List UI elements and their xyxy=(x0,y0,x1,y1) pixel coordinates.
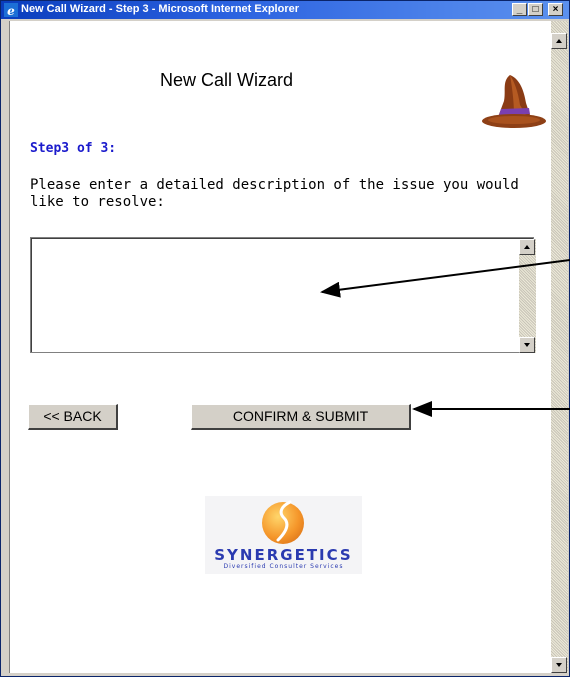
page-scrollbar[interactable] xyxy=(551,21,568,673)
page-title: New Call Wizard xyxy=(160,70,294,90)
confirm-submit-button[interactable]: CONFIRM & SUBMIT xyxy=(191,404,411,430)
svg-text:e: e xyxy=(7,4,15,17)
wizard-hat-icon xyxy=(482,75,546,128)
scroll-down-button[interactable] xyxy=(551,657,567,673)
description-prompt: Please enter a detailed description of t… xyxy=(30,177,519,210)
down-arrow-icon xyxy=(524,343,530,347)
up-arrow-icon xyxy=(556,39,562,43)
issue-description-textarea[interactable] xyxy=(30,237,536,353)
textarea-scroll-down-button[interactable] xyxy=(519,337,535,353)
synergetics-logo: SYNERGETICS Diversified Consulter Servic… xyxy=(205,496,362,574)
internet-explorer-icon: e xyxy=(4,3,18,17)
window-title: New Call Wizard - Step 3 - Microsoft Int… xyxy=(21,3,300,15)
maximize-button[interactable]: □ xyxy=(528,3,543,16)
logo-name: SYNERGETICS xyxy=(214,546,353,564)
step-label: Step3 of 3: xyxy=(30,141,117,156)
down-arrow-icon xyxy=(556,663,562,667)
logo-swirl-icon xyxy=(276,500,292,542)
window-left-frame xyxy=(1,19,9,676)
textarea-scrollbar[interactable] xyxy=(519,239,536,353)
back-button[interactable]: << BACK xyxy=(28,404,118,430)
scroll-up-button[interactable] xyxy=(551,33,567,49)
window-bottom-frame xyxy=(1,673,569,676)
logo-tagline: Diversified Consulter Services xyxy=(223,563,344,570)
textarea-scroll-up-button[interactable] xyxy=(519,239,535,255)
minimize-button[interactable]: _ xyxy=(512,3,527,16)
title-bar[interactable]: e New Call Wizard - Step 3 - Microsoft I… xyxy=(1,1,569,19)
up-arrow-icon xyxy=(524,245,530,249)
close-button[interactable]: × xyxy=(548,3,563,16)
browser-window: e New Call Wizard - Step 3 - Microsoft I… xyxy=(0,0,570,677)
page-content: New Call Wizard Step3 of 3: Please enter… xyxy=(9,21,551,673)
